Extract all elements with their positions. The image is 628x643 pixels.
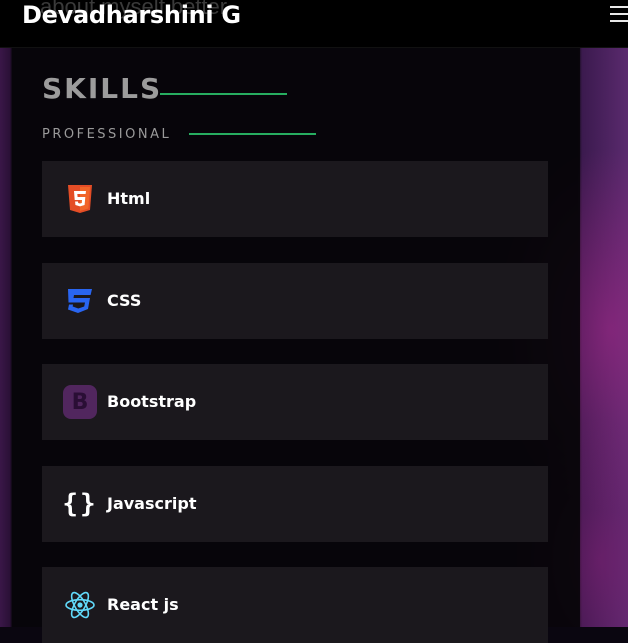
css3-icon (62, 283, 98, 319)
skill-card-javascript[interactable]: {} Javascript (42, 466, 548, 542)
brand-name[interactable]: Devadharshini G (22, 1, 241, 29)
skill-card-html[interactable]: Html (42, 161, 548, 237)
section-subtitle: PROFESSIONAL (42, 127, 172, 142)
skill-label: Html (107, 189, 151, 208)
skill-card-css[interactable]: CSS (42, 263, 548, 339)
skill-label: Bootstrap (107, 392, 197, 411)
skill-label: Javascript (107, 494, 197, 513)
section-title-underline (160, 93, 287, 95)
html5-icon (62, 181, 98, 217)
bootstrap-icon: B (62, 384, 98, 420)
top-navbar: about myself better Devadharshini G (0, 0, 628, 48)
skill-card-bootstrap[interactable]: B Bootstrap (42, 364, 548, 440)
javascript-braces-icon: {} (62, 489, 98, 519)
skill-label: CSS (107, 291, 142, 310)
skill-label: React js (107, 595, 179, 614)
hamburger-menu-icon[interactable] (610, 6, 628, 24)
react-icon (62, 587, 98, 623)
section-title: SKILLS (42, 72, 163, 105)
section-subtitle-underline (189, 133, 316, 135)
skill-card-react[interactable]: React js (42, 567, 548, 643)
